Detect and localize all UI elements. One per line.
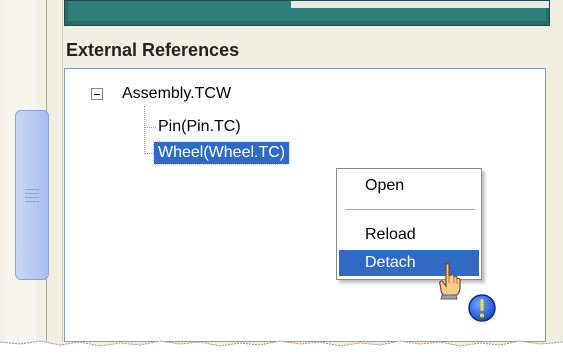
scrollbar-grip-icon [25,193,39,194]
torn-paper-edge [0,340,563,355]
tree-node-root[interactable]: Assembly.TCW [122,83,231,105]
top-panel [64,0,550,26]
hand-cursor-icon [439,262,461,300]
scrollbar-grip-icon [25,189,39,190]
tree-connector [144,153,154,154]
scrollbar-grip-icon [25,201,39,202]
alert-exclamation-icon [468,294,496,322]
scrollbar-grip-icon [25,197,39,198]
menu-separator [345,209,475,210]
scrollbar-thumb[interactable] [15,110,49,280]
menu-item-reload[interactable]: Reload [339,222,479,248]
panel-title: External References [66,40,240,60]
menu-item-open[interactable]: Open [339,173,479,199]
tree-node-wheel[interactable]: Wheel(Wheel.TC) [152,141,291,165]
tree-connector [144,127,156,128]
tree-node-pin[interactable]: Pin(Pin.TC) [158,116,241,138]
top-panel-highlight [291,1,549,8]
tree-connector [144,106,145,154]
application-frame: External References Assembly.TCW Pin(Pin… [0,0,563,355]
collapse-minus-icon[interactable] [91,88,103,100]
pane-divider[interactable] [62,0,63,342]
